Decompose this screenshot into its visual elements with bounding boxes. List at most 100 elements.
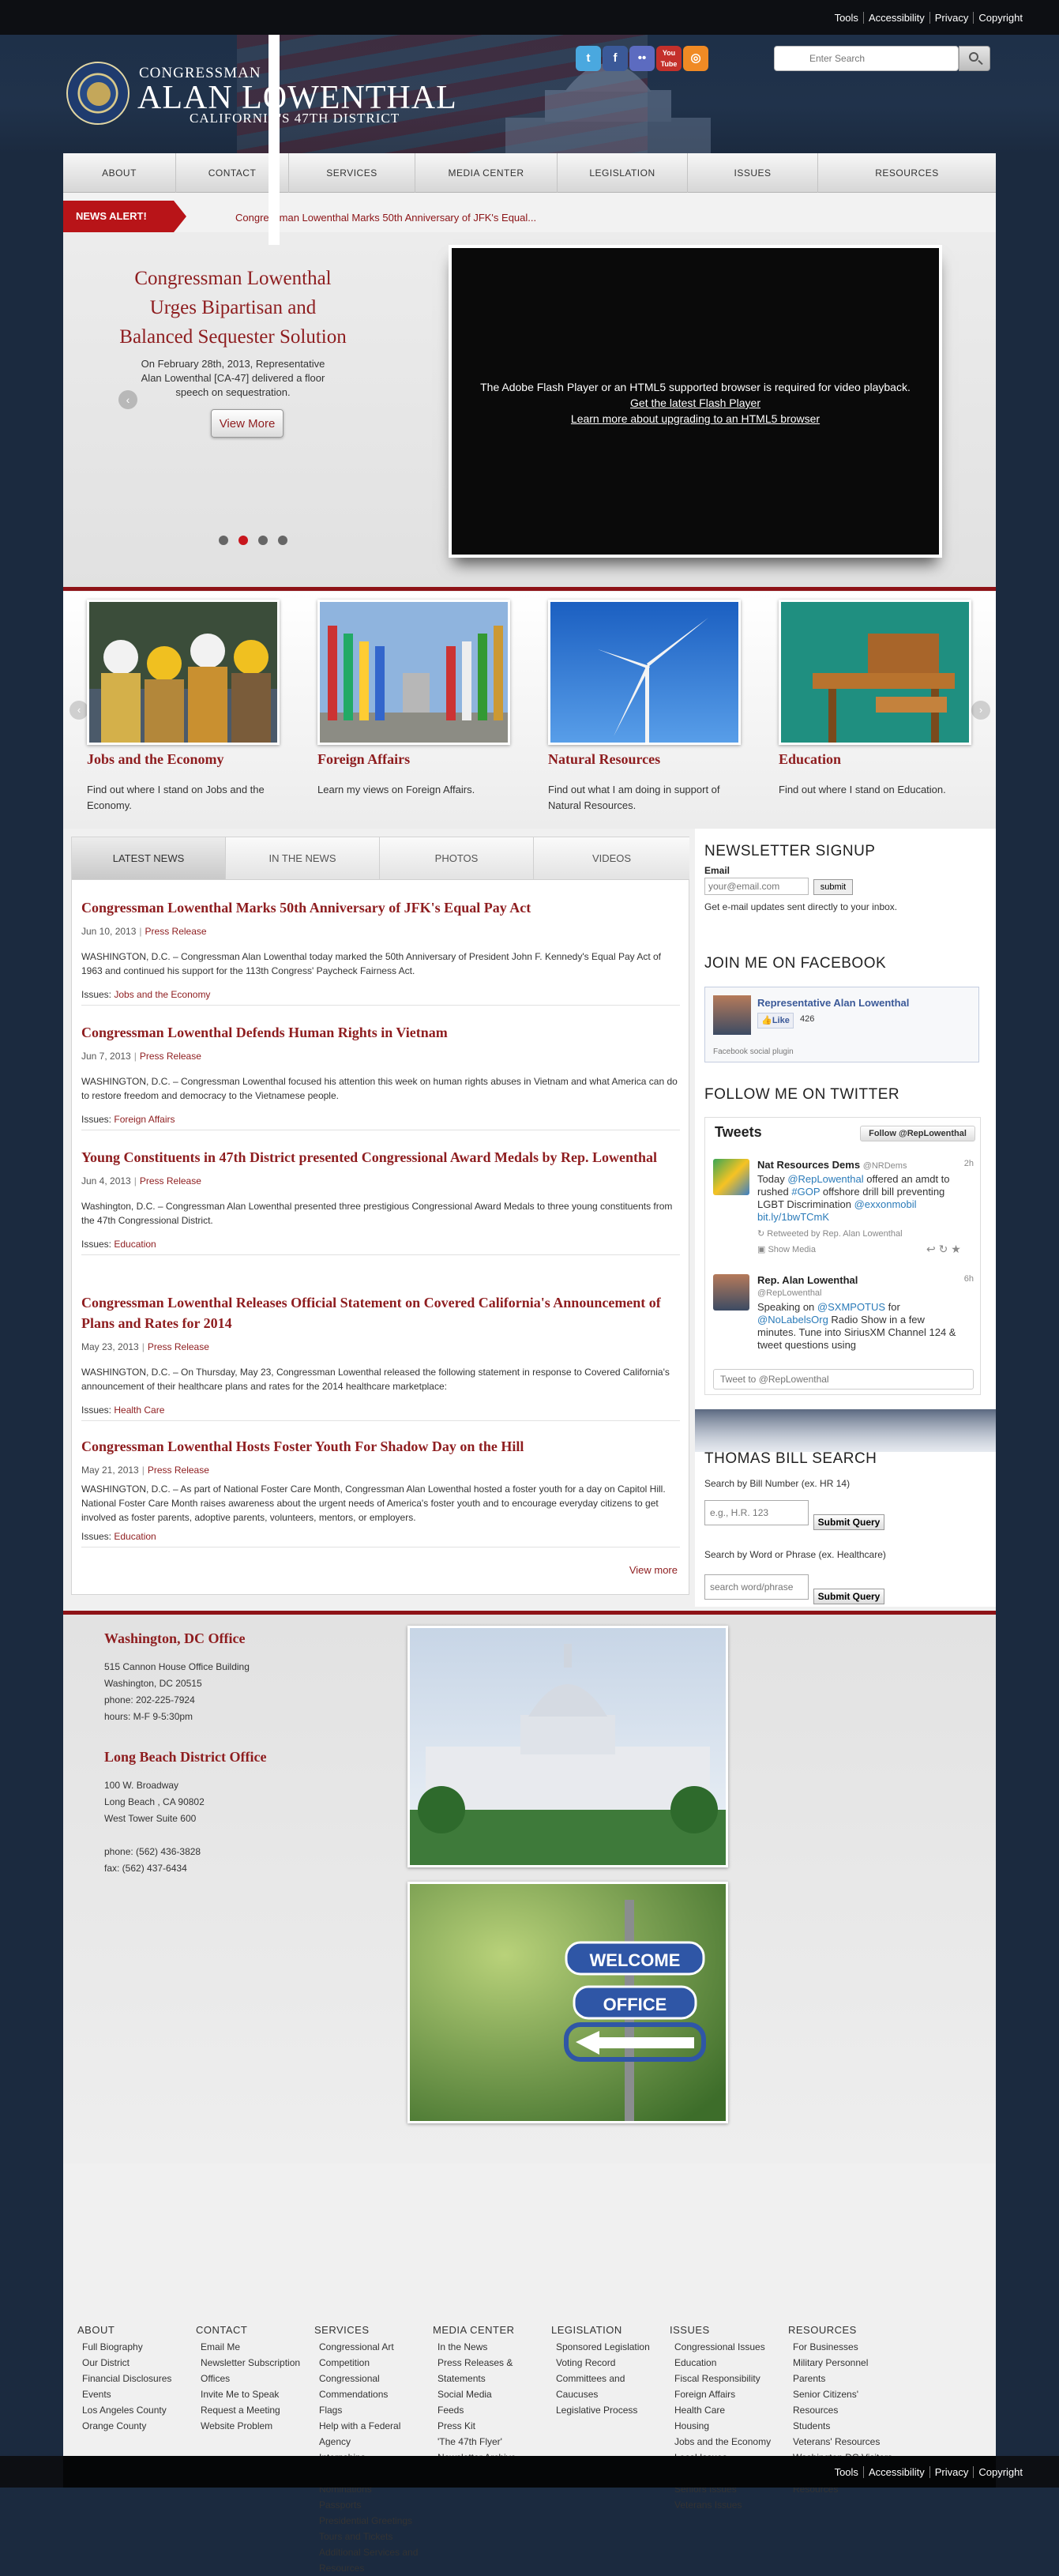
footer-link[interactable]: Feeds <box>433 2402 543 2418</box>
article-category[interactable]: Press Release <box>140 1051 201 1062</box>
footer-link[interactable]: Committees and Caucuses <box>551 2371 662 2402</box>
tweet-author[interactable]: Rep. Alan Lowenthal <box>757 1274 858 1286</box>
footer-link[interactable]: Presidential Greetings <box>314 2513 425 2529</box>
view-more-button[interactable]: View More <box>211 409 284 438</box>
education-image[interactable] <box>779 600 971 745</box>
prev-slide-icon[interactable]: ‹ <box>118 390 137 409</box>
twitter-follow-button[interactable]: Follow @RepLowenthal <box>860 1126 975 1141</box>
footer-link[interactable]: Newsletter Subscription <box>196 2355 306 2371</box>
newsletter-email-field[interactable] <box>704 878 809 895</box>
article-title[interactable]: Congressman Lowenthal Hosts Foster Youth… <box>81 1436 680 1457</box>
footer-link[interactable]: Congressional Art Competition <box>314 2339 425 2371</box>
footer-link[interactable]: Sponsored Legislation <box>551 2339 662 2355</box>
footer-heading[interactable]: LEGISLATION <box>551 2324 662 2336</box>
footer-link[interactable]: Flags <box>314 2402 425 2418</box>
foreign-affairs-image[interactable] <box>317 600 510 745</box>
article-category[interactable]: Press Release <box>148 1341 209 1352</box>
footer-link[interactable]: Foreign Affairs <box>670 2386 780 2402</box>
tab-photos[interactable]: PHOTOS <box>380 837 534 880</box>
article-title[interactable]: Young Constituents in 47th District pres… <box>81 1147 680 1168</box>
bill-word-submit-button[interactable]: Submit Query <box>813 1589 884 1604</box>
natural-resources-image[interactable] <box>548 600 741 745</box>
issue-link[interactable]: Jobs and the Economy <box>114 989 210 1000</box>
footer-link[interactable]: Invite Me to Speak <box>196 2386 306 2402</box>
tab-in-the-news[interactable]: IN THE NEWS <box>226 837 380 880</box>
tools-link[interactable]: Tools <box>830 2466 863 2478</box>
search-button[interactable] <box>959 46 990 71</box>
footer-link[interactable]: Senior Citizens' Resources <box>788 2386 899 2418</box>
nav-legislation[interactable]: LEGISLATION <box>558 153 688 193</box>
tweet-author[interactable]: Nat Resources Dems @NRDems <box>757 1159 907 1171</box>
article-category[interactable]: Press Release <box>148 1465 209 1476</box>
footer-heading[interactable]: RESOURCES <box>788 2324 899 2336</box>
feature-title[interactable]: Natural Resources <box>548 751 745 768</box>
footer-link[interactable]: Financial Disclosures <box>77 2371 188 2386</box>
slide-dot-1[interactable] <box>219 536 228 545</box>
search-input[interactable] <box>775 47 958 70</box>
nav-about[interactable]: ABOUT <box>63 153 176 193</box>
footer-link[interactable]: Legislative Process <box>551 2402 662 2418</box>
footer-link[interactable]: In the News <box>433 2339 543 2355</box>
footer-link[interactable]: Veterans Issues <box>670 2497 780 2513</box>
bill-number-submit-button[interactable]: Submit Query <box>813 1514 884 1530</box>
tweet-link[interactable]: @SXMPOTUS <box>817 1301 885 1313</box>
footer-link[interactable]: Additional Services and Resources <box>314 2544 425 2576</box>
article-category[interactable]: Press Release <box>145 926 207 937</box>
show-media-link[interactable]: ▣ Show Media <box>757 1244 816 1254</box>
footer-heading[interactable]: CONTACT <box>196 2324 306 2336</box>
newsletter-submit-button[interactable]: submit <box>813 879 853 895</box>
footer-heading[interactable]: ISSUES <box>670 2324 780 2336</box>
footer-link[interactable]: Military Personnel <box>788 2355 899 2371</box>
tweet-avatar[interactable] <box>713 1274 749 1311</box>
footer-link[interactable]: Press Releases & Statements <box>433 2355 543 2386</box>
jobs-economy-image[interactable] <box>87 600 280 745</box>
footer-link[interactable]: Full Biography <box>77 2339 188 2355</box>
tab-videos[interactable]: VIDEOS <box>534 837 689 880</box>
flash-player-link[interactable]: Get the latest Flash Player <box>452 395 939 411</box>
nav-services[interactable]: SERVICES <box>289 153 415 193</box>
footer-heading[interactable]: SERVICES <box>314 2324 425 2336</box>
issue-link[interactable]: Education <box>114 1531 156 1542</box>
footer-link[interactable]: Social Media <box>433 2386 543 2402</box>
footer-link[interactable]: Fiscal Responsibility <box>670 2371 780 2386</box>
footer-link[interactable]: Website Problem <box>196 2418 306 2434</box>
tweet-actions-icon[interactable]: ↩ ↻ ★ <box>926 1243 961 1256</box>
accessibility-link[interactable]: Accessibility <box>862 2466 929 2478</box>
news-alert-text[interactable]: Congressman Lowenthal Marks 50th Anniver… <box>235 212 536 224</box>
nav-issues[interactable]: ISSUES <box>688 153 818 193</box>
feature-title[interactable]: Education <box>779 751 976 768</box>
footer-link[interactable]: For Businesses <box>788 2339 899 2355</box>
footer-link[interactable]: Congressional Issues <box>670 2339 780 2355</box>
view-more-link[interactable]: View more <box>629 1564 678 1576</box>
tweet-link[interactable]: @NoLabelsOrg <box>757 1314 828 1326</box>
tweet-link[interactable]: #GOP <box>791 1186 820 1198</box>
youtube-icon[interactable]: You Tube <box>656 46 682 71</box>
footer-link[interactable]: Our District <box>77 2355 188 2371</box>
article-title[interactable]: Congressman Lowenthal Releases Official … <box>81 1292 680 1333</box>
article-category[interactable]: Press Release <box>140 1175 201 1186</box>
footer-link[interactable]: Orange County <box>77 2418 188 2434</box>
tools-link[interactable]: Tools <box>830 12 863 24</box>
footer-link[interactable]: Veterans' Resources <box>788 2434 899 2450</box>
feature-card[interactable]: Foreign Affairs Learn my views on Foreig… <box>317 600 515 798</box>
article-title[interactable]: Congressman Lowenthal Marks 50th Anniver… <box>81 897 680 918</box>
feature-card[interactable]: Education Find out where I stand on Educ… <box>779 600 976 798</box>
facebook-avatar[interactable] <box>713 995 751 1035</box>
flickr-icon[interactable]: •• <box>629 46 655 71</box>
bill-number-field[interactable] <box>704 1500 809 1525</box>
tab-latest-news[interactable]: LATEST NEWS <box>72 837 226 880</box>
footer-link[interactable]: Los Angeles County <box>77 2402 188 2418</box>
feature-card[interactable]: Jobs and the Economy Find out where I st… <box>87 600 284 814</box>
privacy-link[interactable]: Privacy <box>929 2466 974 2478</box>
footer-link[interactable]: Housing <box>670 2418 780 2434</box>
footer-link[interactable]: Congressional Commendations <box>314 2371 425 2402</box>
slide-dot-4[interactable] <box>278 536 287 545</box>
footer-link[interactable]: Passports <box>314 2497 425 2513</box>
footer-link[interactable]: Events <box>77 2386 188 2402</box>
footer-link[interactable]: Help with a Federal Agency <box>314 2418 425 2450</box>
facebook-page-name[interactable]: Representative Alan Lowenthal <box>757 997 909 1009</box>
facebook-icon[interactable]: f <box>603 46 628 71</box>
footer-link[interactable]: Health Care <box>670 2402 780 2418</box>
footer-link[interactable]: Voting Record <box>551 2355 662 2371</box>
tweet-input[interactable] <box>713 1369 974 1390</box>
